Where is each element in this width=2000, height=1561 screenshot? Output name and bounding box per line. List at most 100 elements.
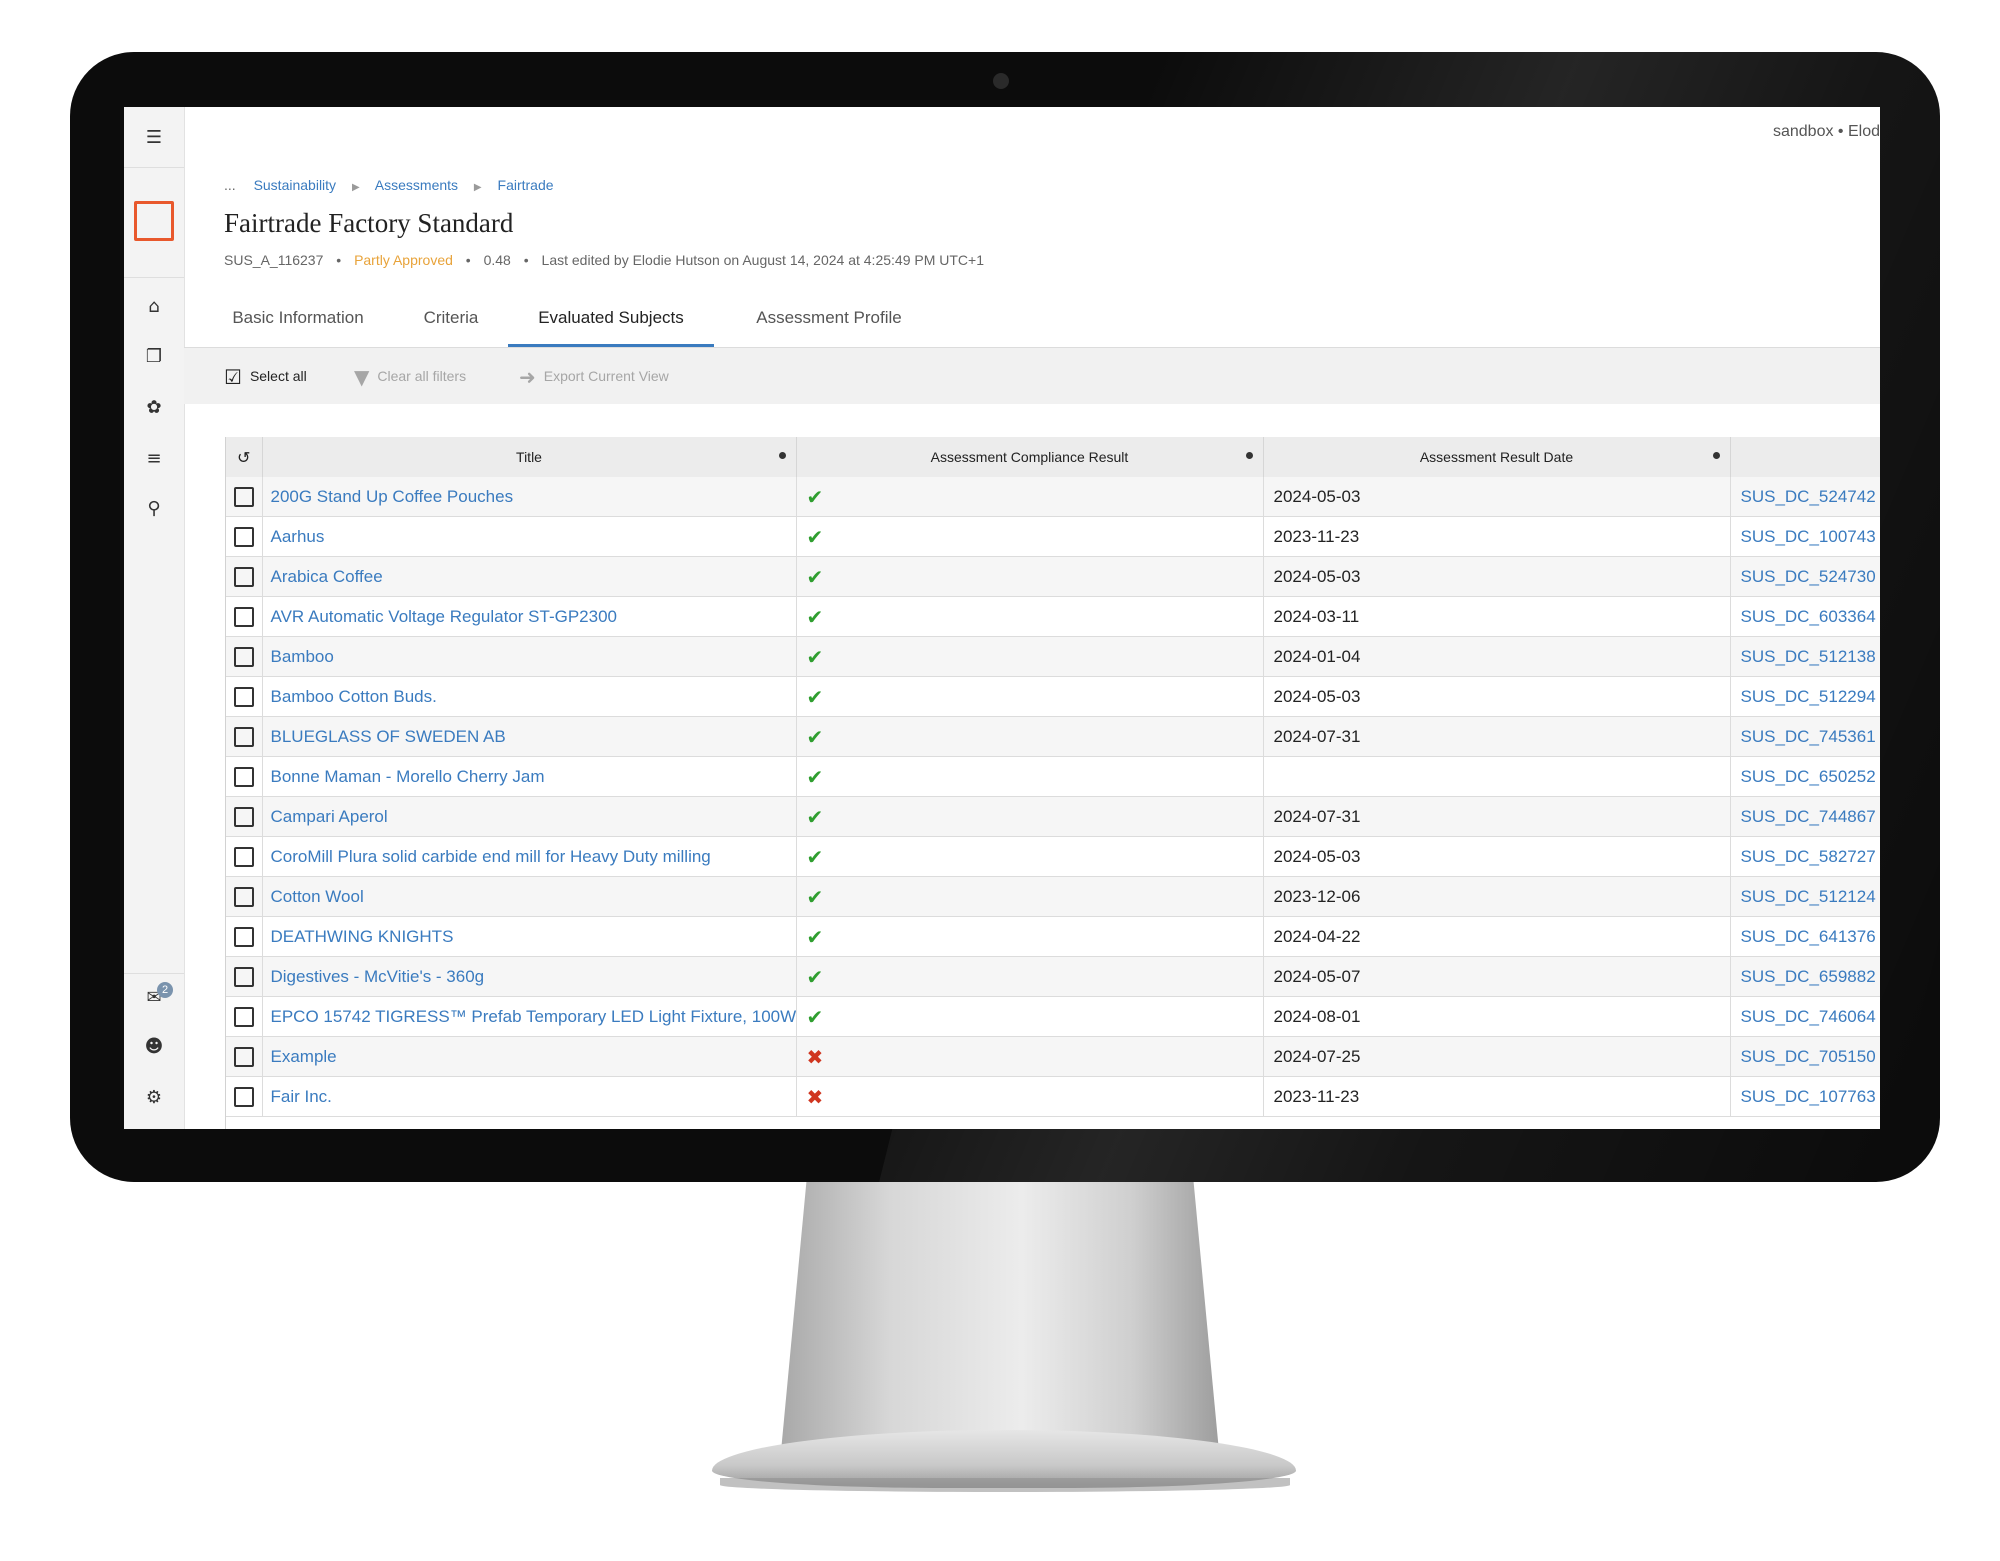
breadcrumb-assessments[interactable]: Assessments (375, 177, 458, 193)
subject-title-link[interactable]: Arabica Coffee (262, 556, 797, 597)
row-select-cell[interactable] (226, 836, 263, 877)
subject-id-link[interactable]: SUS_DC_524730 (1730, 556, 1880, 597)
search-icon[interactable]: ⚲ (124, 498, 184, 520)
subject-id-link[interactable]: SUS_DC_603364 (1730, 596, 1880, 637)
table-row[interactable]: AVR Automatic Voltage Regulator ST-GP230… (226, 596, 1880, 637)
tab-assessment-profile[interactable]: Assessment Profile (734, 289, 924, 347)
subject-id-link[interactable]: SUS_DC_746064 (1730, 996, 1880, 1037)
table-row[interactable]: Example ✖ 2024-07-25 SUS_DC_705150 (226, 1036, 1880, 1077)
app-logo[interactable] (134, 201, 174, 241)
subject-title-link[interactable]: Bamboo Cotton Buds. (262, 676, 797, 717)
subject-title-link[interactable]: AVR Automatic Voltage Regulator ST-GP230… (262, 596, 797, 637)
table-row[interactable]: Bonne Maman - Morello Cherry Jam ✔ SUS_DC_… (226, 756, 1880, 797)
row-select-cell[interactable] (226, 596, 263, 637)
row-select-cell[interactable] (226, 516, 263, 557)
subject-title-link[interactable]: Cotton Wool (262, 876, 797, 917)
row-select-cell[interactable] (226, 1076, 263, 1117)
row-checkbox[interactable] (233, 566, 254, 587)
subject-id-link[interactable]: SUS_DC_705150 (1730, 1036, 1880, 1077)
subject-title-link[interactable]: Digestives - McVitie's - 360g (262, 956, 797, 997)
export-view-button[interactable]: ➜ Export Current View (519, 348, 669, 404)
row-select-cell[interactable] (226, 477, 263, 517)
row-checkbox[interactable] (233, 726, 254, 747)
subject-title-link[interactable]: 200G Stand Up Coffee Pouches (262, 477, 797, 517)
bookmarks-icon[interactable]: ❐ (124, 346, 184, 368)
subject-title-link[interactable]: Campari Aperol (262, 796, 797, 837)
environment-user-label[interactable]: sandbox • Elod (1773, 123, 1880, 141)
row-checkbox[interactable] (233, 646, 254, 667)
subject-title-link[interactable]: Bonne Maman - Morello Cherry Jam (262, 756, 797, 797)
row-checkbox[interactable] (233, 886, 254, 907)
column-menu-icon[interactable] (1712, 452, 1720, 459)
table-row[interactable]: 200G Stand Up Coffee Pouches ✔ 2024-05-03 S… (226, 477, 1880, 517)
row-select-cell[interactable] (226, 956, 263, 997)
subject-title-link[interactable]: Example (262, 1036, 797, 1077)
row-select-cell[interactable] (226, 876, 263, 917)
tab-basic-information[interactable]: Basic Information (224, 289, 372, 347)
row-checkbox[interactable] (233, 686, 254, 707)
subject-id-link[interactable]: SUS_DC_512124 (1730, 876, 1880, 917)
subject-id-link[interactable]: SUS_DC_659882 (1730, 956, 1880, 997)
home-icon[interactable]: ⌂ (124, 296, 184, 318)
list-filter-icon[interactable]: ≡ (124, 448, 184, 470)
table-row[interactable]: DEATHWING KNIGHTS ✔ 2024-04-22 SUS_DC_64137… (226, 916, 1880, 957)
row-checkbox[interactable] (233, 846, 254, 867)
subject-id-link[interactable]: SUS_DC_582727 (1730, 836, 1880, 877)
column-settings-icon[interactable]: ↺ (237, 448, 250, 467)
row-select-cell[interactable] (226, 556, 263, 597)
table-row[interactable]: Campari Aperol ✔ 2024-07-31 SUS_DC_744867 (226, 796, 1880, 837)
subject-title-link[interactable]: CoroMill Plura solid carbide end mill fo… (262, 836, 797, 877)
table-row[interactable]: Bamboo ✔ 2024-01-04 SUS_DC_512138 (226, 636, 1880, 677)
row-checkbox[interactable] (233, 606, 254, 627)
table-row[interactable]: Aarhus ✔ 2023-11-23 SUS_DC_100743 (226, 516, 1880, 557)
table-row[interactable]: BLUEGLASS OF SWEDEN AB ✔ 2024-07-31 SUS_DC_… (226, 716, 1880, 757)
subject-id-link[interactable]: SUS_DC_650252 (1730, 756, 1880, 797)
settings-icon[interactable]: ⚙ (124, 1087, 184, 1109)
row-checkbox[interactable] (233, 1086, 254, 1107)
table-row[interactable]: Digestives - McVitie's - 360g ✔ 2024-05-07… (226, 956, 1880, 997)
column-header-title[interactable]: Title (262, 437, 797, 477)
column-header-id[interactable] (1730, 437, 1880, 477)
subject-id-link[interactable]: SUS_DC_641376 (1730, 916, 1880, 957)
row-select-cell[interactable] (226, 676, 263, 717)
column-header-compliance[interactable]: Assessment Compliance Result (796, 437, 1264, 477)
leaf-icon[interactable]: ✿ (124, 397, 184, 419)
row-checkbox[interactable] (233, 526, 254, 547)
clear-filters-button[interactable]: ▼ Clear all filters (354, 348, 466, 404)
table-row[interactable]: Arabica Coffee ✔ 2024-05-03 SUS_DC_524730 (226, 556, 1880, 597)
notifications-icon[interactable]: ✉ (124, 987, 184, 1009)
subject-title-link[interactable]: Aarhus (262, 516, 797, 557)
table-row[interactable]: Fair Inc. ✖ 2023-11-23 SUS_DC_107763 (226, 1076, 1880, 1117)
row-select-cell[interactable] (226, 796, 263, 837)
table-row[interactable]: Cotton Wool ✔ 2023-12-06 SUS_DC_512124 (226, 876, 1880, 917)
row-select-cell[interactable] (226, 1036, 263, 1077)
subject-id-link[interactable]: SUS_DC_744867 (1730, 796, 1880, 837)
row-checkbox[interactable] (233, 966, 254, 987)
menu-icon[interactable]: ☰ (124, 127, 184, 149)
subject-title-link[interactable]: Bamboo (262, 636, 797, 677)
subject-title-link[interactable]: Fair Inc. (262, 1076, 797, 1117)
tab-criteria[interactable]: Criteria (406, 289, 496, 347)
row-select-cell[interactable] (226, 996, 263, 1037)
subject-id-link[interactable]: SUS_DC_107763 (1730, 1076, 1880, 1117)
subject-id-link[interactable]: SUS_DC_512138 (1730, 636, 1880, 677)
breadcrumb-sustainability[interactable]: Sustainability (254, 177, 337, 193)
row-checkbox[interactable] (233, 486, 254, 507)
subject-id-link[interactable]: SUS_DC_524742 (1730, 477, 1880, 517)
row-checkbox[interactable] (233, 926, 254, 947)
table-row[interactable]: Bamboo Cotton Buds. ✔ 2024-05-03 SUS_DC_512… (226, 676, 1880, 717)
row-checkbox[interactable] (233, 806, 254, 827)
subject-title-link[interactable]: BLUEGLASS OF SWEDEN AB (262, 716, 797, 757)
breadcrumb-ellipsis[interactable]: ... (224, 177, 236, 193)
subject-title-link[interactable]: EPCO 15742 TIGRESS™ Prefab Temporary LED… (262, 996, 797, 1037)
breadcrumb-fairtrade[interactable]: Fairtrade (498, 177, 554, 193)
column-header-date[interactable]: Assessment Result Date (1263, 437, 1731, 477)
tab-evaluated-subjects[interactable]: Evaluated Subjects (508, 289, 714, 347)
row-checkbox[interactable] (233, 766, 254, 787)
column-settings-header[interactable]: ↺ (226, 437, 263, 477)
column-menu-icon[interactable] (778, 452, 786, 459)
row-select-cell[interactable] (226, 716, 263, 757)
subject-id-link[interactable]: SUS_DC_512294 (1730, 676, 1880, 717)
row-checkbox[interactable] (233, 1006, 254, 1027)
subject-title-link[interactable]: DEATHWING KNIGHTS (262, 916, 797, 957)
